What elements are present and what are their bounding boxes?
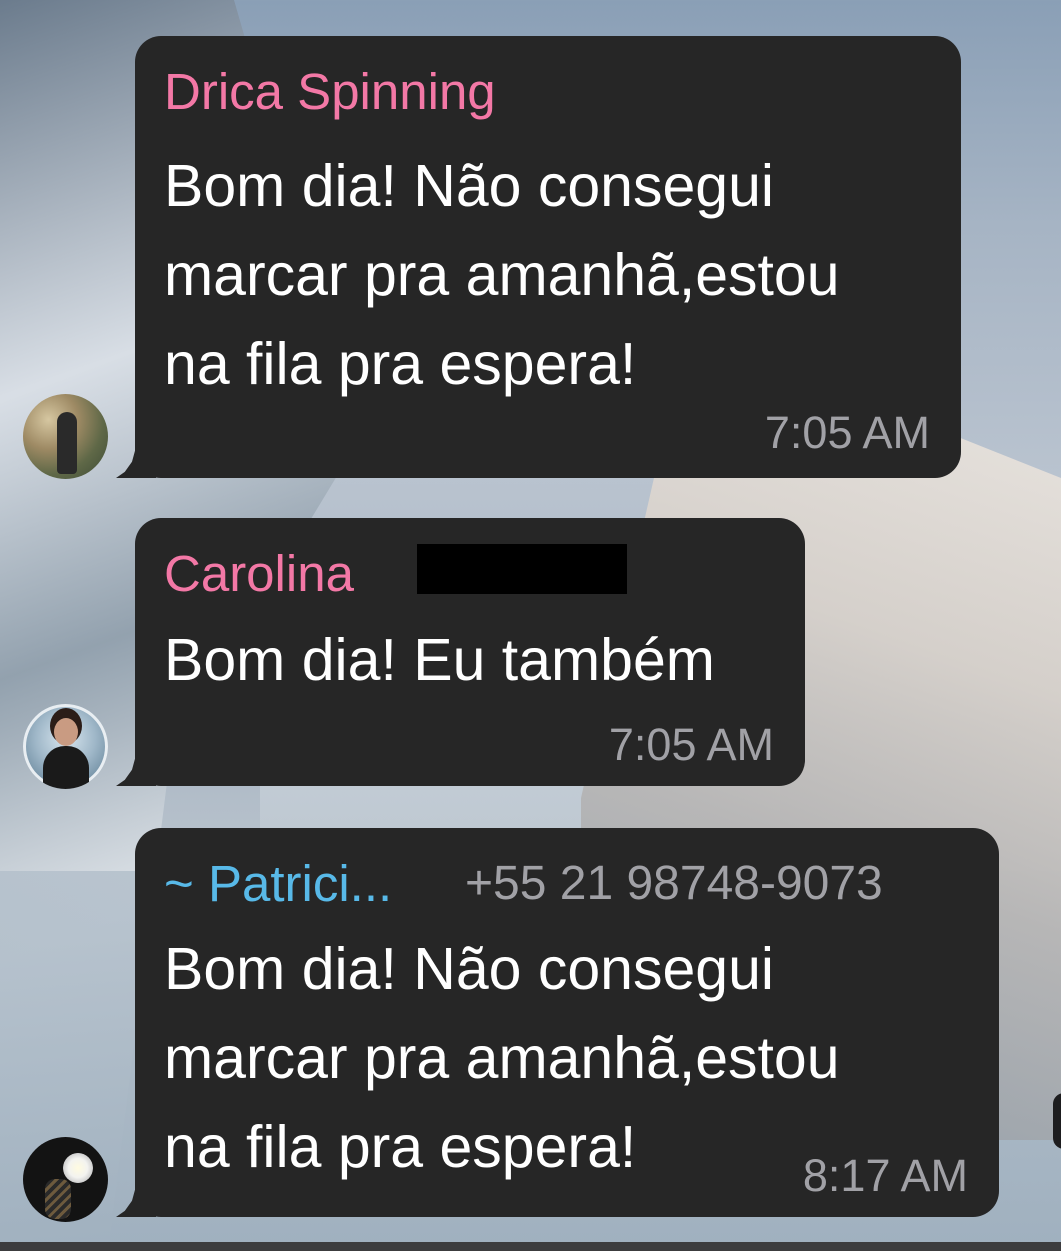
message-timestamp: 7:05 AM xyxy=(608,719,774,770)
message-sender-name[interactable]: Drica Spinning xyxy=(164,63,496,121)
message-text: Bom dia! Não consegui marcar pra amanhã,… xyxy=(164,936,840,1180)
avatar-flower xyxy=(63,1153,93,1183)
avatar-figure xyxy=(57,412,77,474)
message-bubble-drica[interactable]: Drica Spinning Bom dia! Não consegui mar… xyxy=(135,36,961,478)
message-timestamp: 7:05 AM xyxy=(764,407,930,458)
message-sender-name[interactable]: Carolina xyxy=(164,545,354,603)
message-timestamp: 8:17 AM xyxy=(802,1150,968,1201)
message-sender-name[interactable]: ~ Patrici... xyxy=(164,855,392,913)
scroll-handle[interactable] xyxy=(1053,1093,1061,1149)
message-bubble-patricia[interactable]: ~ Patrici... +55 21 98748-9073 Bom dia! … xyxy=(135,828,999,1217)
sender-avatar-carolina[interactable] xyxy=(23,704,108,789)
avatar-body xyxy=(43,746,89,789)
sender-avatar-drica[interactable] xyxy=(23,394,108,479)
avatar-cactus xyxy=(45,1179,71,1219)
redaction-box xyxy=(417,544,627,594)
message-bubble-carolina[interactable]: Carolina Bom dia! Eu também 7:05 AM xyxy=(135,518,805,786)
avatar-head xyxy=(54,718,78,746)
message-text: Bom dia! Não consegui marcar pra amanhã,… xyxy=(164,153,840,397)
message-text: Bom dia! Eu também xyxy=(164,627,715,693)
sender-phone-number[interactable]: +55 21 98748-9073 xyxy=(465,855,883,913)
sender-avatar-patricia[interactable] xyxy=(23,1137,108,1222)
bottom-bar xyxy=(0,1242,1061,1251)
